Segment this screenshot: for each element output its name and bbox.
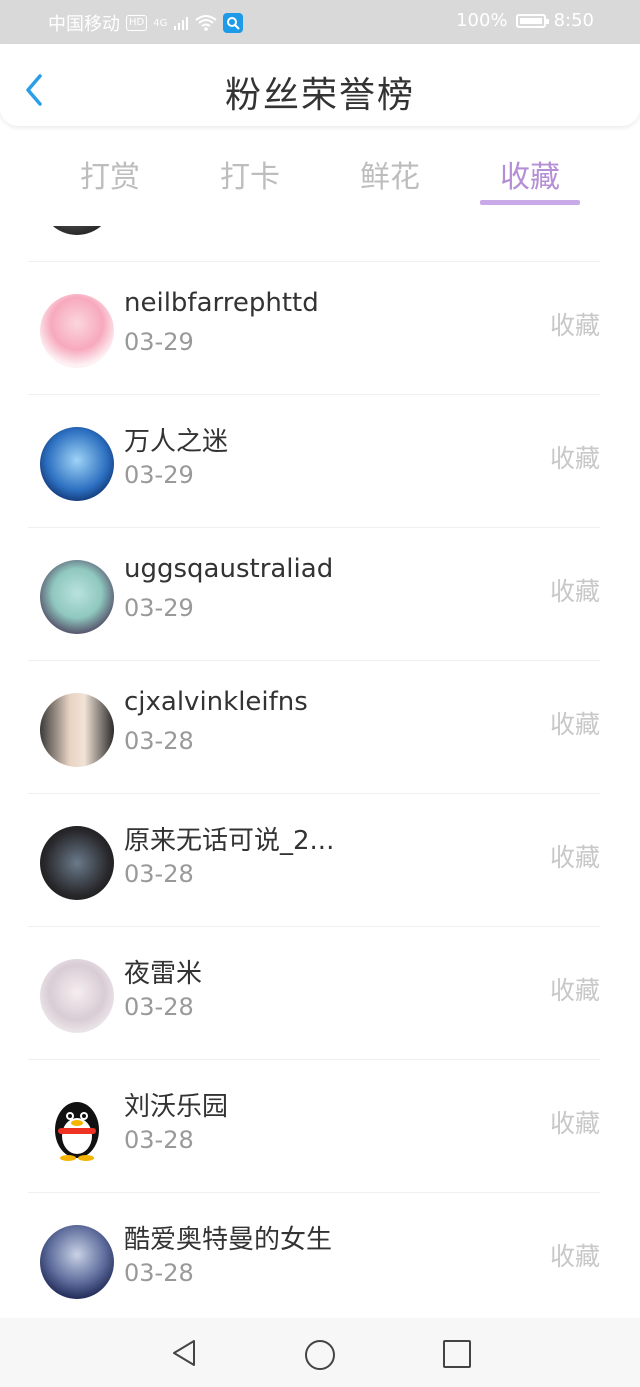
favorite-label: 收藏 (549, 1242, 600, 1271)
avatar (40, 226, 114, 235)
clock: 8:50 (553, 10, 594, 31)
list-item[interactable]: uggsqaustraliad 03-29 收藏 (0, 528, 640, 661)
hd-badge: HD (126, 15, 148, 31)
favorite-label: 收藏 (549, 311, 600, 340)
user-name: 酷爱奥特曼的女生 (124, 1225, 333, 1255)
avatar (40, 1225, 114, 1299)
favorite-label: 收藏 (549, 976, 600, 1005)
favorite-label: 收藏 (549, 444, 600, 473)
wifi-icon (195, 15, 217, 31)
search-app-icon (223, 13, 244, 33)
page-title: 粉丝荣誉榜 (224, 75, 415, 116)
avatar (40, 959, 114, 1033)
favorite-date: 03-28 (124, 1126, 194, 1154)
favorite-label: 收藏 (549, 577, 600, 606)
list-item[interactable]: neilbfarrephttd 03-29 收藏 (0, 262, 640, 395)
favorite-date: 03-29 (124, 461, 194, 489)
user-name: 万人之迷 (124, 427, 229, 457)
nav-home-icon[interactable] (305, 1340, 335, 1370)
signal-icon (174, 17, 189, 30)
list-item[interactable]: 03-29 收藏 (0, 226, 640, 262)
list-item[interactable]: 万人之迷 03-29 收藏 (0, 395, 640, 528)
user-name: neilbfarrephttd (124, 288, 319, 318)
favorite-date: 03-28 (124, 993, 194, 1021)
nav-back-icon[interactable] (170, 1338, 198, 1368)
avatar (40, 693, 114, 767)
favorite-date: 03-28 (124, 1259, 194, 1287)
battery-icon (515, 13, 549, 28)
user-name: cjxalvinkleifns (124, 687, 308, 717)
avatar (40, 427, 114, 501)
network-label: 4G (153, 17, 168, 29)
avatar (40, 1092, 114, 1166)
list-item[interactable]: cjxalvinkleifns 03-28 收藏 (0, 661, 640, 794)
header: 粉丝荣誉榜 (0, 44, 640, 126)
user-name: 原来无话可说_2... (124, 826, 335, 856)
avatar (40, 560, 114, 634)
avatar (40, 294, 114, 368)
tab-reward[interactable]: 打赏 (60, 152, 160, 196)
favorite-label: 收藏 (549, 1109, 600, 1138)
list-item[interactable]: 刘沃乐园 03-28 收藏 (0, 1060, 640, 1193)
status-bar: 中国移动 HD 4G 100% 8:50 (0, 0, 640, 44)
tab-bar: 打赏 打卡 鲜花 收藏 (0, 126, 640, 224)
carrier-label: 中国移动 (48, 14, 120, 35)
favorite-label: 收藏 (549, 710, 600, 739)
battery-percent: 100% (456, 10, 508, 31)
favorite-date: 03-29 (124, 594, 194, 622)
user-name: uggsqaustraliad (124, 554, 334, 584)
nav-recents-icon[interactable] (443, 1340, 471, 1368)
tab-flowers[interactable]: 鲜花 (340, 152, 440, 196)
favorite-date: 03-29 (124, 328, 194, 356)
list-item[interactable]: 夜雷米 03-28 收藏 (0, 927, 640, 1060)
favorite-date: 03-28 (124, 727, 194, 755)
list-item[interactable]: 酷爱奥特曼的女生 03-28 收藏 (0, 1193, 640, 1318)
list-item[interactable]: 原来无话可说_2... 03-28 收藏 (0, 794, 640, 927)
fan-list[interactable]: 03-29 收藏 neilbfarrephttd 03-29 收藏 万人之迷 0… (0, 226, 640, 1318)
tab-favorites[interactable]: 收藏 (480, 152, 580, 205)
user-name: 刘沃乐园 (124, 1092, 229, 1122)
system-nav-bar (0, 1318, 640, 1387)
avatar (40, 826, 114, 900)
qq-penguin-icon (55, 1102, 99, 1161)
favorite-label: 收藏 (549, 843, 600, 872)
favorite-date: 03-28 (124, 860, 194, 888)
user-name: 夜雷米 (124, 959, 203, 989)
tab-checkin[interactable]: 打卡 (200, 152, 300, 196)
